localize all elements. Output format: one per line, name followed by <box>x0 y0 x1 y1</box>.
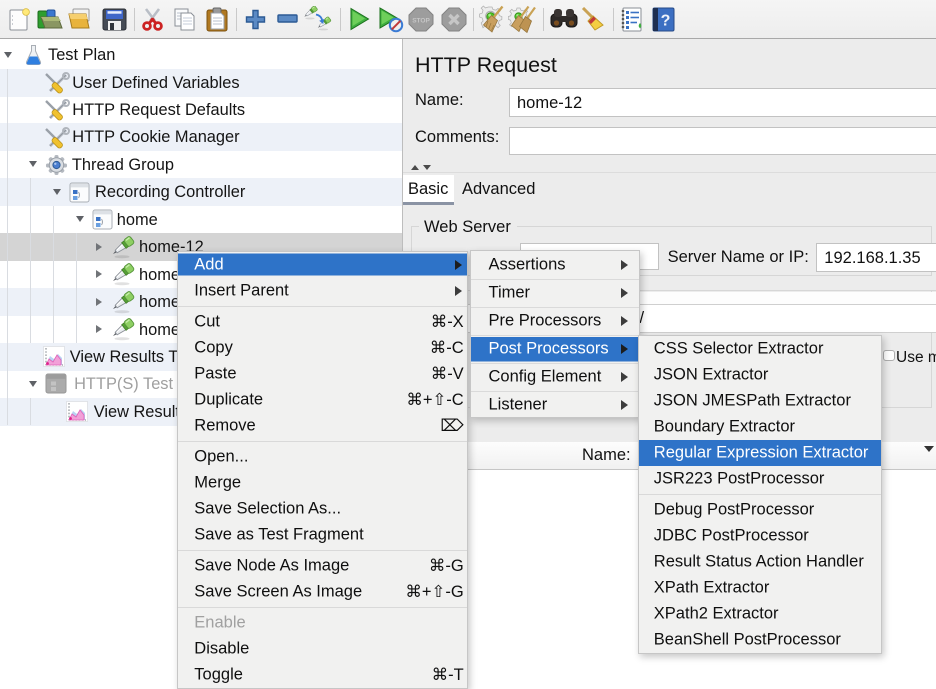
svg-text:STOP: STOP <box>412 18 430 25</box>
svg-text:?: ? <box>661 13 671 30</box>
